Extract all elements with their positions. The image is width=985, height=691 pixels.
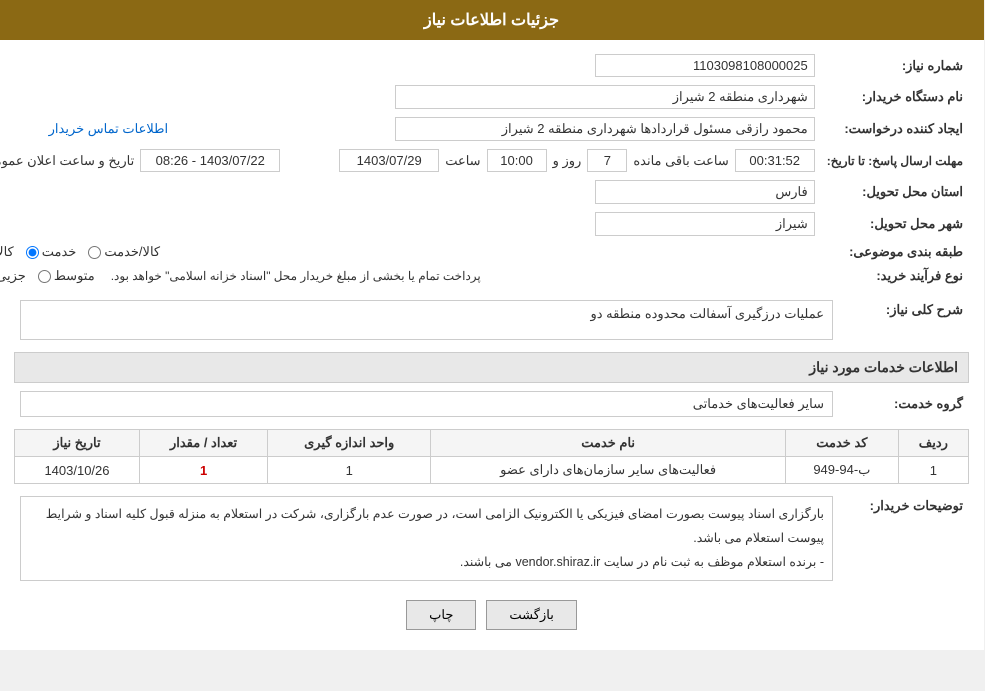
deadline-day-label: روز و [554,153,583,169]
deadline-time-label: ساعت [446,153,481,169]
group-table: گروه خدمت: سایر فعالیت‌های خدماتی [15,387,970,421]
service-table: ردیف کد خدمت نام خدمت واحد اندازه گیری ت… [15,429,970,484]
sharh-value-cell: عملیات درزگیری آسفالت محدوده منطقه دو [15,296,840,344]
city-label: شهر محل تحویل: [822,208,970,240]
category-khadamat-label: خدمت [43,244,78,260]
purchase-jozii-option: جزیی [0,268,27,284]
row-name: فعالیت‌های سایر سازمان‌های دارای عضو [432,457,787,484]
notes-box: بارگزاری اسناد پیوست بصورت امضای فیزیکی … [21,496,834,581]
main-content: شماره نیاز: 1103098108000025 نام دستگاه … [0,40,985,650]
category-row: کالا/خدمت خدمت کالا [0,240,822,264]
notes-value-cell: بارگزاری اسناد پیوست بصورت امضای فیزیکی … [15,492,840,585]
col-unit: واحد اندازه گیری [269,430,432,457]
table-row: 1 ب-94-949 فعالیت‌های سایر سازمان‌های دا… [16,457,970,484]
purchase-type-label: نوع فرآیند خرید: [822,264,970,288]
category-kala-label: کالا [0,244,15,260]
col-count: تعداد / مقدار [140,430,268,457]
category-label: طبقه بندی موضوعی: [822,240,970,264]
buyer-org-box: شهرداری منطقه 2 شیراز [396,85,816,109]
col-date: تاریخ نیاز [16,430,141,457]
info-table: شماره نیاز: 1103098108000025 نام دستگاه … [0,50,970,288]
purchase-motavaset-option: متوسط [39,268,96,284]
deadline-label: مهلت ارسال پاسخ: تا تاریخ: [822,145,970,176]
button-row: بازگشت چاپ [15,600,970,630]
page-container: جزئیات اطلاعات نیاز شماره نیاز: 11030981… [0,0,985,650]
purchase-type-row: پرداخت تمام یا بخشی از مبلغ خریدار محل "… [0,264,822,288]
group-box: سایر فعالیت‌های خدماتی [21,391,834,417]
creator-box: محمود رازقی مسئول قراردادها شهرداری منطق… [396,117,816,141]
city-value: شیراز [0,208,822,240]
buyer-org-label: نام دستگاه خریدار: [822,81,970,113]
notes-label: توضیحات خریدار: [840,492,970,585]
category-kala-khadamat-radio[interactable] [89,246,102,259]
creator-value: محمود رازقی مسئول قراردادها شهرداری منطق… [175,113,822,145]
note-line-1: بارگزاری اسناد پیوست بصورت امضای فیزیکی … [30,503,825,551]
row-date: 1403/10/26 [16,457,141,484]
service-section-header: اطلاعات خدمات مورد نیاز [15,352,970,383]
purchase-motavaset-label: متوسط [55,268,96,284]
need-number-value: 1103098108000025 [195,50,822,81]
page-title: جزئیات اطلاعات نیاز [425,12,560,29]
need-number-label: شماره نیاز: [822,50,970,81]
category-kala-option: کالا [0,244,15,260]
announce-label: تاریخ و ساعت اعلان عمومی: [0,153,135,169]
col-row: ردیف [899,430,969,457]
back-button[interactable]: بازگشت [487,600,577,630]
deadline-time-box: 10:00 [488,149,548,172]
category-kala-khadamat-option: کالا/خدمت [89,244,161,260]
notes-table: توضیحات خریدار: بارگزاری اسناد پیوست بصو… [15,492,970,585]
province-value: فارس [0,176,822,208]
col-name: نام خدمت [432,430,787,457]
group-label: گروه خدمت: [840,387,970,421]
city-box: شیراز [596,212,816,236]
contact-link[interactable]: اطلاعات تماس خریدار [50,121,169,136]
purchase-motavaset-radio[interactable] [39,270,52,283]
remaining-label: ساعت باقی مانده [634,153,729,169]
category-kala-khadamat-label: کالا/خدمت [105,244,161,260]
page-header: جزئیات اطلاعات نیاز [0,0,985,40]
deadline-row: 00:31:52 ساعت باقی مانده 7 روز و 10:00 س… [0,145,822,176]
creator-label: ایجاد کننده درخواست: [822,113,970,145]
sharh-label: شرح کلی نیاز: [840,296,970,344]
deadline-date-box: 1403/07/29 [340,149,440,172]
province-label: استان محل تحویل: [822,176,970,208]
row-count: 1 [140,457,268,484]
sharh-table: شرح کلی نیاز: عملیات درزگیری آسفالت محدو… [15,296,970,344]
purchase-jozii-label: جزیی [0,268,27,284]
print-button[interactable]: چاپ [407,600,477,630]
row-unit: 1 [269,457,432,484]
need-number-box: 1103098108000025 [596,54,816,77]
row-code: ب-94-949 [786,457,899,484]
group-value-cell: سایر فعالیت‌های خدماتی [15,387,840,421]
row-number: 1 [899,457,969,484]
province-box: فارس [596,180,816,204]
buyer-org-value: شهرداری منطقه 2 شیراز [0,81,822,113]
note-line-2: - برنده استعلام موظف به ثبت نام در سایت … [30,551,825,575]
sharh-box: عملیات درزگیری آسفالت محدوده منطقه دو [21,300,834,340]
deadline-day-box: 7 [588,149,628,172]
remaining-time-box: 00:31:52 [736,149,816,172]
category-khadamat-radio[interactable] [27,246,40,259]
col-code: کد خدمت [786,430,899,457]
category-khadamat-option: خدمت [27,244,78,260]
purchase-note: پرداخت تمام یا بخشی از مبلغ خریدار محل "… [112,269,482,283]
announce-date-box: 1403/07/22 - 08:26 [141,149,281,172]
